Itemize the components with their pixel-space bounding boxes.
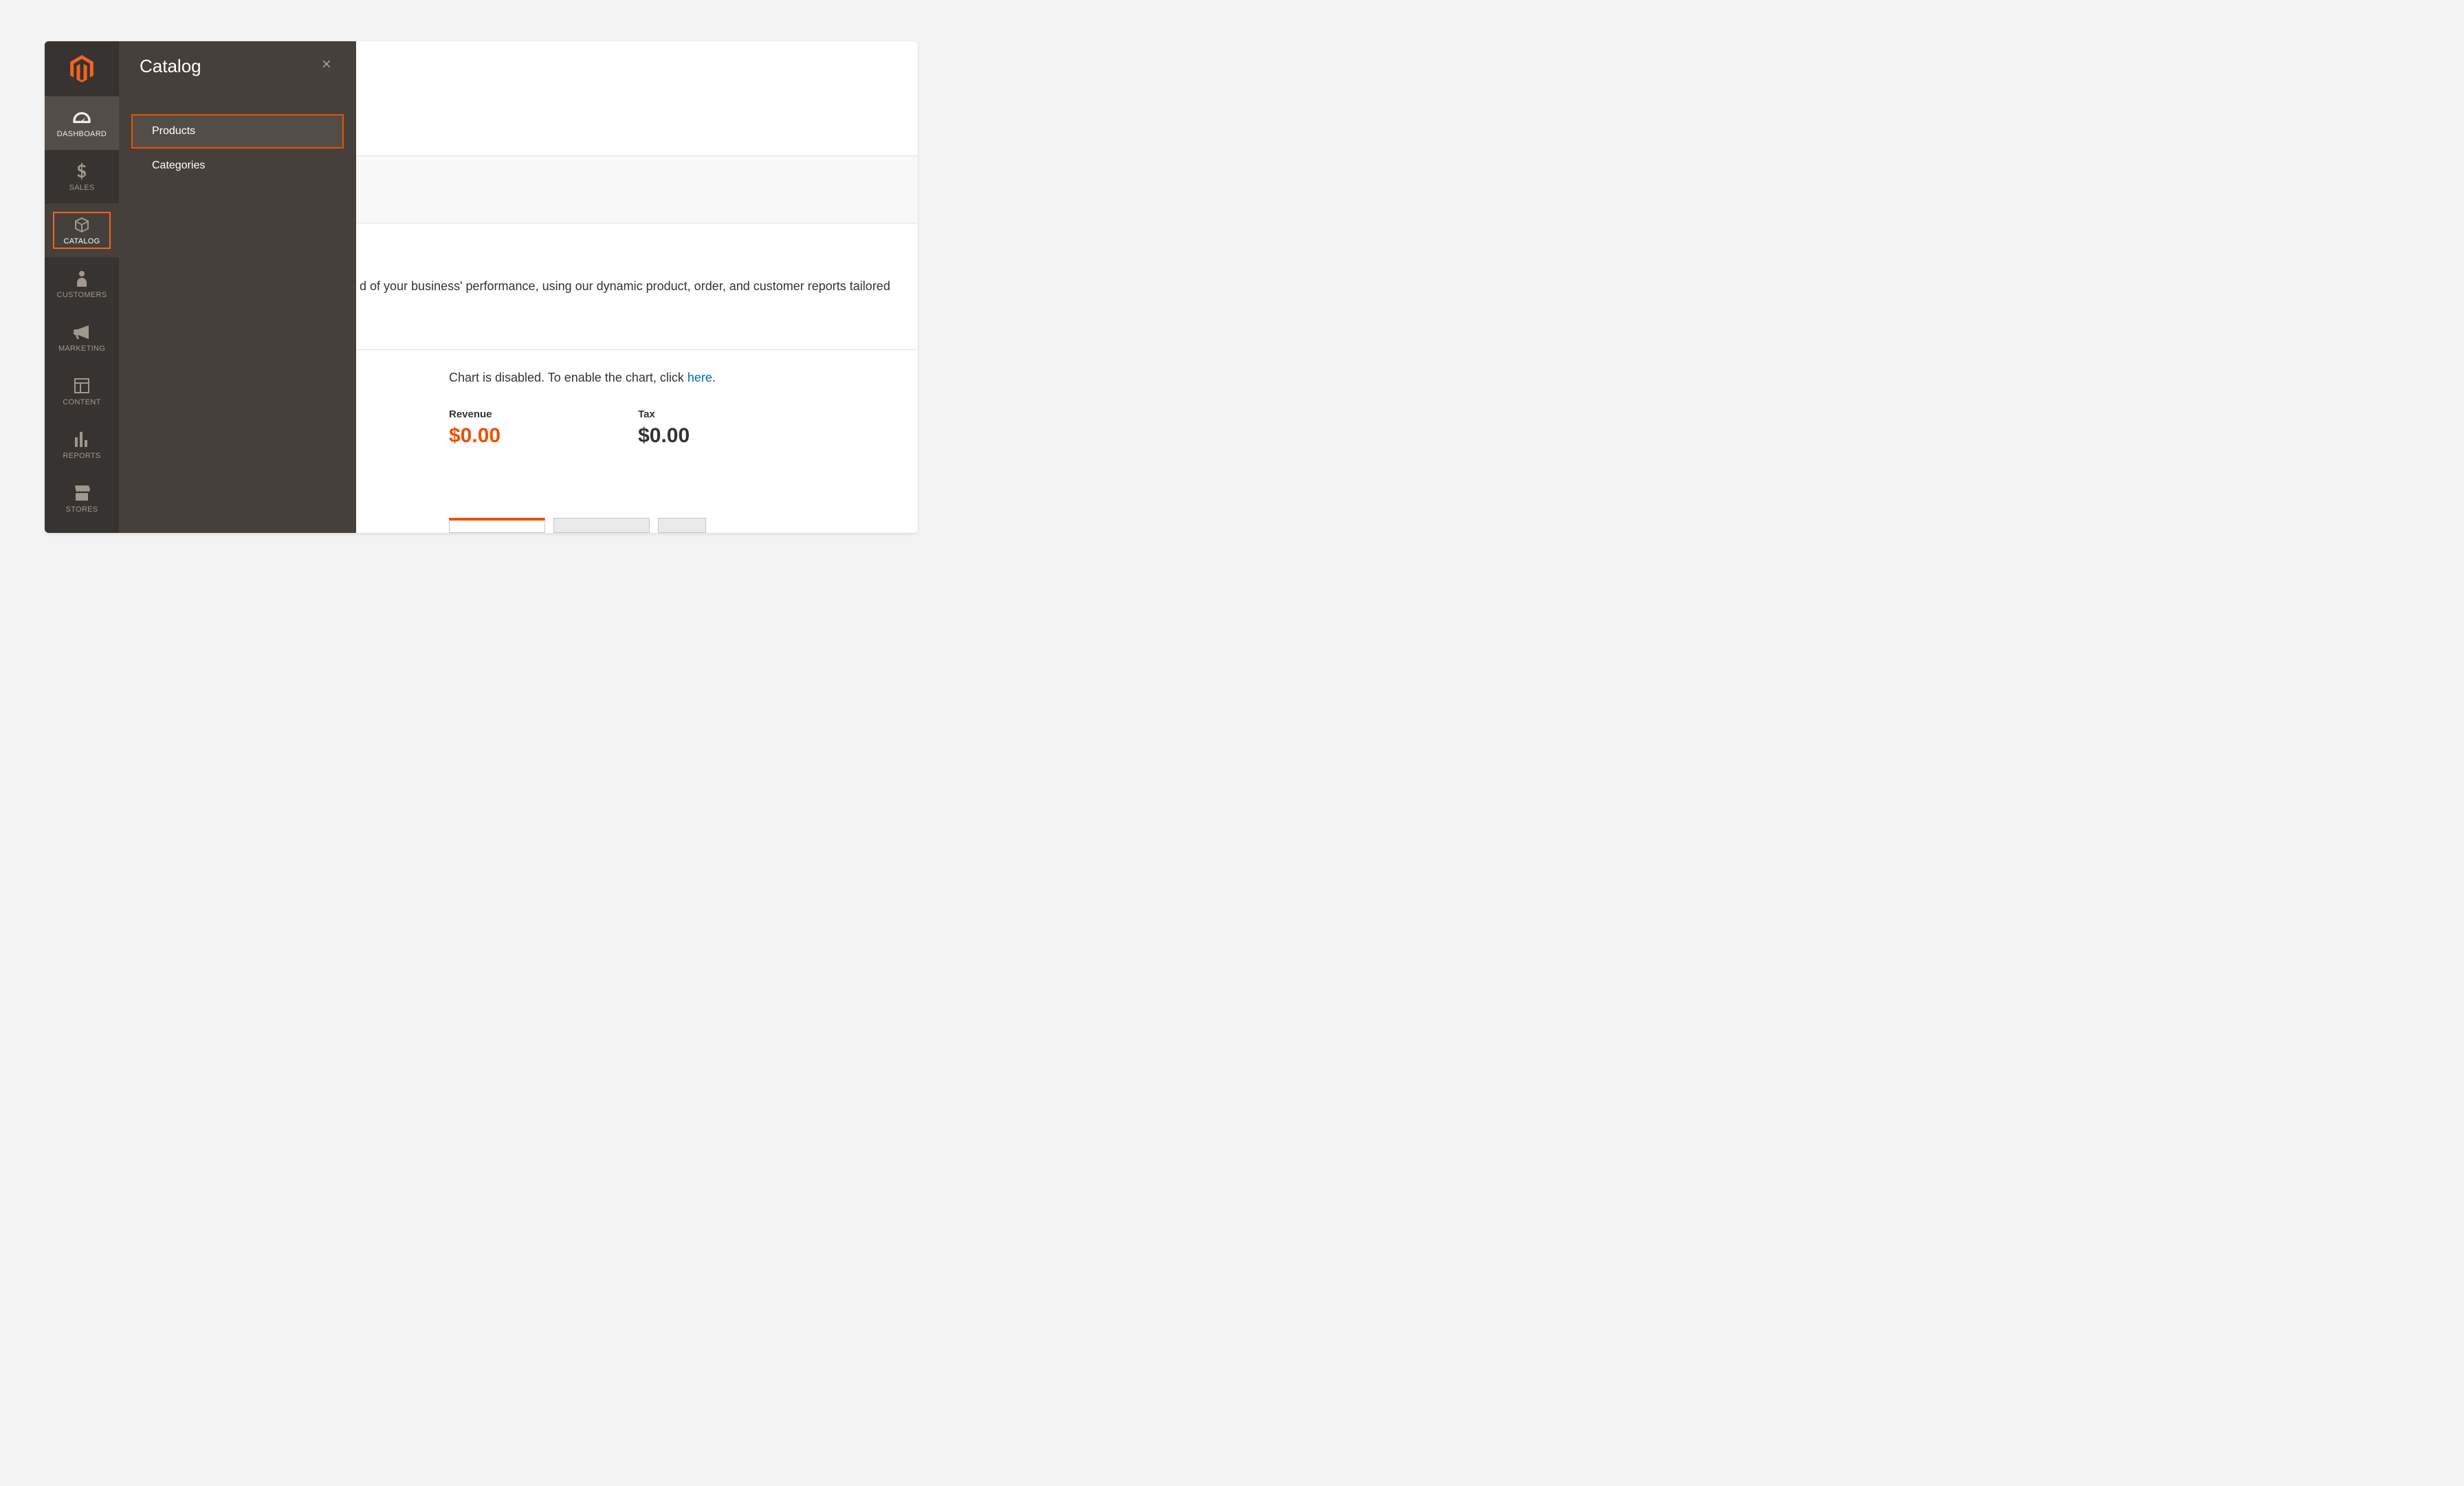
metric-value: $0.00 [638,424,690,448]
metric-label: Revenue [449,408,500,420]
person-icon [76,269,87,288]
admin-sidebar: Dashboard Sales Catalog Customers Market [45,41,119,533]
metrics-row: Revenue $0.00 Tax $0.00 [449,408,918,448]
metric-revenue: Revenue $0.00 [449,408,500,448]
megaphone-icon [74,323,90,342]
flyout-item-products[interactable]: Products [131,114,344,149]
chart-msg-prefix: Chart is disabled. To enable the chart, … [449,371,688,384]
nav-label: Dashboard [57,130,107,138]
flyout-list: Products Categories [119,114,356,183]
nav-customers[interactable]: Customers [45,257,119,311]
nav-dashboard[interactable]: Dashboard [45,96,119,150]
metric-value: $0.00 [449,424,500,448]
tab-2[interactable] [553,518,650,533]
nav-label: Sales [69,184,95,192]
nav-label: Content [63,398,100,406]
nav-content[interactable]: Content [45,364,119,418]
flyout-title: Catalog [140,56,318,77]
storefront-icon [74,483,90,503]
nav-marketing[interactable]: Marketing [45,311,119,364]
promo-text: d of your business' performance, using o… [360,279,890,294]
dollar-icon [77,162,87,181]
tab-active[interactable] [449,518,545,533]
chart-disabled-message: Chart is disabled. To enable the chart, … [449,371,918,385]
nav-catalog[interactable]: Catalog [45,204,119,257]
flyout-header: Catalog [119,41,356,87]
admin-window: d of your business' performance, using o… [45,41,918,533]
box-icon [74,215,90,234]
tab-3[interactable] [658,518,706,533]
close-icon[interactable] [318,55,336,77]
nav-label: Customers [57,291,107,299]
tabs-row [449,518,918,533]
gauge-icon [73,108,91,127]
nav-label: Reports [63,452,100,460]
nav-sales[interactable]: Sales [45,150,119,204]
nav-label: Marketing [58,345,105,353]
flyout-item-categories[interactable]: Categories [131,149,344,183]
catalog-flyout: Catalog Products Categories [119,41,356,533]
nav-label: Stores [66,505,98,514]
enable-chart-link[interactable]: here [688,371,712,384]
layout-icon [74,376,89,395]
magento-logo[interactable] [45,41,119,96]
nav-stores[interactable]: Stores [45,472,119,525]
nav-reports[interactable]: Reports [45,418,119,472]
magento-icon [70,55,94,83]
bars-icon [74,430,89,449]
metric-label: Tax [638,408,690,420]
nav-label: Catalog [63,237,100,245]
metric-tax: Tax $0.00 [638,408,690,448]
chart-msg-suffix: . [712,371,716,384]
